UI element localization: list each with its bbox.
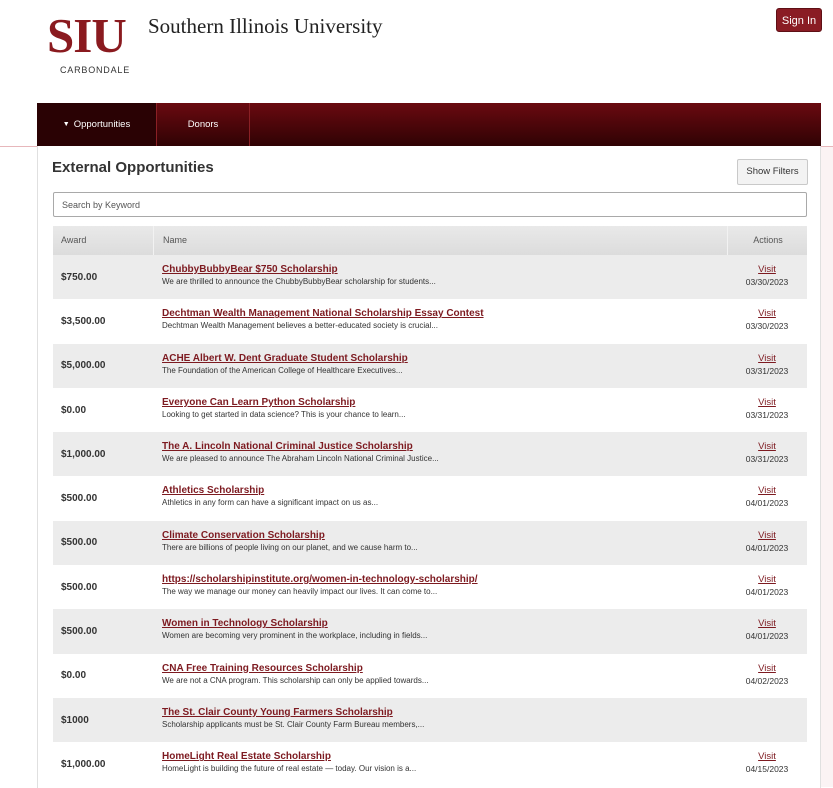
tab-opportunities[interactable]: ▼ Opportunities — [37, 103, 156, 146]
scholarship-link[interactable]: HomeLight Real Estate Scholarship — [162, 751, 722, 763]
deadline-date: 03/31/2023 — [745, 409, 789, 420]
table-row: $1000 The St. Clair County Young Farmers… — [53, 697, 807, 743]
scholarship-link[interactable]: ACHE Albert W. Dent Graduate Student Sch… — [162, 353, 722, 365]
visit-link[interactable]: Visit — [727, 574, 807, 586]
tab-donors-label: Donors — [187, 119, 219, 130]
table-row: $5,000.00 ACHE Albert W. Dent Graduate S… — [53, 343, 807, 388]
award-amount: $500.00 — [61, 581, 98, 593]
scholarship-link[interactable]: Athletics Scholarship — [162, 485, 722, 497]
scholarship-description: Women are becoming very prominent in the… — [162, 631, 428, 641]
logo-mark: SIU — [47, 8, 127, 63]
scholarship-link[interactable]: Women in Technology Scholarship — [162, 618, 722, 630]
deadline-date: 04/01/2023 — [745, 542, 789, 553]
deadline-date: 04/15/2023 — [745, 764, 789, 775]
tab-opportunities-label: Opportunities — [73, 119, 131, 130]
table-row: $3,500.00 Dechtman Wealth Management Nat… — [53, 299, 807, 344]
scholarship-description: Dechtman Wealth Management believes a be… — [162, 321, 438, 331]
visit-link[interactable]: Visit — [727, 618, 807, 630]
column-header-name[interactable]: Name — [153, 226, 187, 255]
table-row: $500.00 Climate Conservation Scholarship… — [53, 520, 807, 566]
deadline-date: 04/01/2023 — [745, 587, 789, 598]
scholarship-link[interactable]: CNA Free Training Resources Scholarship — [162, 663, 722, 675]
table-row: $750.00 ChubbyBubbyBear $750 Scholarship… — [53, 255, 807, 300]
scholarship-link[interactable]: The A. Lincoln National Criminal Justice… — [162, 441, 722, 453]
main-nav: ▼ Opportunities Donors — [37, 103, 821, 146]
scholarship-link[interactable]: ChubbyBubbyBear $750 Scholarship — [162, 264, 722, 276]
deadline-date: 04/01/2023 — [745, 498, 789, 509]
opportunities-table: Award Name Actions $750.00 ChubbyBubbyBe… — [53, 226, 807, 787]
show-filters-button[interactable]: Show Filters — [737, 159, 808, 185]
visit-link[interactable]: Visit — [727, 663, 807, 675]
scholarship-description: The Foundation of the American College o… — [162, 365, 403, 375]
visit-link[interactable]: Visit — [727, 485, 807, 497]
scholarship-link[interactable]: The St. Clair County Young Farmers Schol… — [162, 707, 722, 719]
deadline-date: 04/02/2023 — [745, 675, 789, 686]
table-row: $500.00 https://scholarshipinstitute.org… — [53, 565, 807, 610]
caret-down-icon: ▼ — [62, 121, 70, 128]
divider-line — [0, 146, 37, 147]
page-title: External Opportunities — [52, 159, 214, 176]
award-amount: $500.00 — [61, 626, 98, 638]
award-amount: $0.00 — [61, 404, 87, 416]
deadline-date: 04/01/2023 — [745, 631, 789, 642]
award-amount: $0.00 — [61, 670, 87, 682]
visit-link[interactable]: Visit — [727, 530, 807, 542]
table-row: $500.00 Athletics Scholarship Athletics i… — [53, 476, 807, 521]
deadline-date: 03/30/2023 — [745, 321, 789, 332]
scholarship-description: HomeLight is building the future of real… — [162, 764, 417, 774]
table-row: $0.00 CNA Free Training Resources Schola… — [53, 653, 807, 698]
award-amount: $5,000.00 — [61, 360, 106, 372]
award-amount: $3,500.00 — [61, 315, 106, 327]
visit-link[interactable]: Visit — [727, 751, 807, 763]
scholarship-description: Scholarship applicants must be St. Clair… — [162, 719, 425, 729]
deadline-date: 03/31/2023 — [745, 365, 789, 376]
table-row: $500.00 Women in Technology Scholarship W… — [53, 609, 807, 654]
deadline-date: 03/30/2023 — [745, 277, 789, 287]
deadline-date: 03/31/2023 — [745, 454, 789, 465]
scholarship-description: Athletics in any form can have a signifi… — [162, 498, 379, 508]
tab-donors[interactable]: Donors — [156, 103, 250, 146]
table-row: $1,000.00 HomeLight Real Estate Scholars… — [53, 742, 807, 787]
visit-link[interactable]: Visit — [727, 397, 807, 409]
table-row: $1,000.00 The A. Lincoln National Crimin… — [53, 432, 807, 477]
visit-link[interactable]: Visit — [727, 353, 807, 365]
sign-in-button[interactable]: Sign In — [776, 8, 822, 32]
scholarship-link[interactable]: Dechtman Wealth Management National Scho… — [162, 308, 722, 320]
award-amount: $1000 — [61, 714, 89, 726]
visit-link[interactable]: Visit — [727, 264, 807, 276]
column-header-actions: Actions — [727, 226, 808, 255]
scholarship-description: Looking to get started in data science? … — [162, 409, 406, 419]
side-panel — [821, 147, 833, 787]
award-amount: $500.00 — [61, 537, 98, 549]
scholarship-description: We are pleased to announce The Abraham L… — [162, 454, 439, 464]
visit-link[interactable]: Visit — [727, 441, 807, 453]
award-amount: $750.00 — [61, 271, 98, 283]
scholarship-description: We are not a CNA program. This scholarsh… — [162, 675, 429, 685]
scholarship-link[interactable]: Everyone Can Learn Python Scholarship — [162, 397, 722, 409]
visit-link[interactable]: Visit — [727, 308, 807, 320]
column-header-award[interactable]: Award — [61, 226, 86, 255]
search-input[interactable] — [53, 192, 807, 217]
scholarship-description: We are thrilled to announce the ChubbyBu… — [162, 277, 436, 286]
scholarship-link[interactable]: https://scholarshipinstitute.org/women-i… — [162, 574, 722, 586]
logo-subtitle: CARBONDALE — [60, 65, 131, 75]
logo-name: Southern Illinois University — [148, 14, 383, 38]
scholarship-description: There are billions of people living on o… — [162, 542, 418, 552]
table-row: $0.00 Everyone Can Learn Python Scholars… — [53, 387, 807, 433]
table-header: Award Name Actions — [53, 226, 807, 255]
scholarship-description: The way we manage our money can heavily … — [162, 587, 438, 597]
award-amount: $500.00 — [61, 493, 98, 505]
scholarship-link[interactable]: Climate Conservation Scholarship — [162, 530, 722, 542]
award-amount: $1,000.00 — [61, 758, 106, 770]
award-amount: $1,000.00 — [61, 448, 106, 460]
